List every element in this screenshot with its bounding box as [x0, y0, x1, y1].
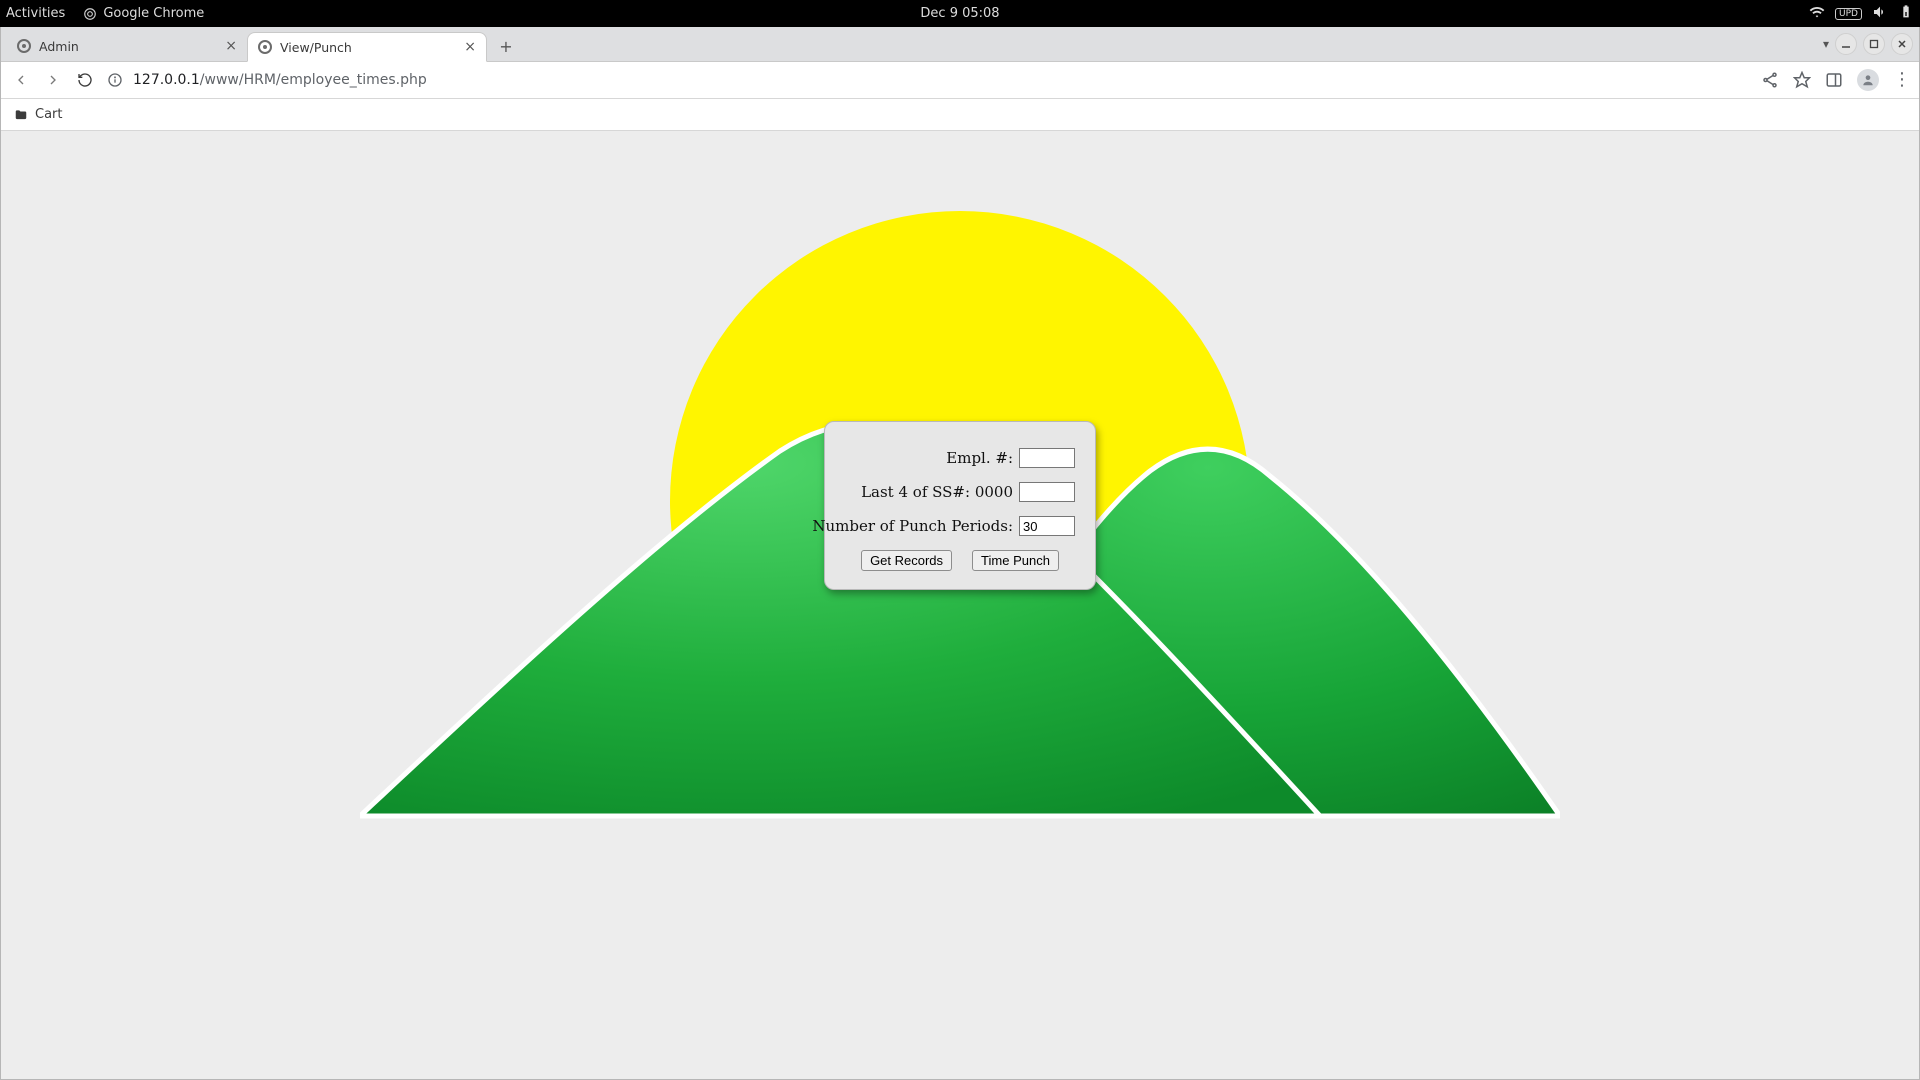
bookmark-star-button[interactable]: [1793, 71, 1811, 89]
tab-close-button[interactable]: ×: [225, 38, 237, 54]
bookmark-label: Cart: [35, 107, 63, 122]
tab-strip: Admin × View/Punch × + ▾: [1, 27, 1919, 62]
empl-number-input[interactable]: [1019, 448, 1075, 468]
tab-admin[interactable]: Admin ×: [7, 31, 247, 61]
globe-icon: [17, 39, 31, 53]
tabs-dropdown-button[interactable]: ▾: [1823, 37, 1829, 51]
chrome-menu-button[interactable]: ⋮: [1893, 71, 1911, 89]
punch-periods-input[interactable]: [1019, 516, 1075, 536]
globe-icon: [258, 40, 272, 54]
window-minimize-button[interactable]: [1835, 33, 1857, 55]
chrome-icon: [83, 7, 97, 21]
power-icon[interactable]: [1898, 4, 1914, 24]
bookmark-folder-cart[interactable]: Cart: [13, 107, 63, 122]
side-panel-button[interactable]: [1825, 71, 1843, 89]
tab-title: Admin: [39, 39, 79, 54]
window-close-button[interactable]: [1891, 33, 1913, 55]
profile-avatar-button[interactable]: [1857, 69, 1879, 91]
folder-icon: [13, 108, 29, 122]
address-bar: 127.0.0.1/www/HRM/employee_times.php ⋮: [1, 62, 1919, 99]
punch-periods-label: Number of Punch Periods:: [812, 517, 1013, 535]
url-host: 127.0.0.1: [133, 72, 200, 88]
input-source-indicator[interactable]: UPD: [1835, 8, 1862, 20]
active-app-indicator[interactable]: Google Chrome: [83, 6, 204, 21]
ssn-last4-input[interactable]: [1019, 482, 1075, 502]
tab-title: View/Punch: [280, 40, 352, 55]
url-text[interactable]: 127.0.0.1/www/HRM/employee_times.php: [133, 72, 427, 88]
ssn-last4-label: Last 4 of SS#: 0000: [861, 483, 1013, 501]
empl-number-label: Empl. #:: [946, 449, 1013, 467]
active-app-name: Google Chrome: [103, 6, 204, 21]
share-button[interactable]: [1761, 71, 1779, 89]
wifi-icon[interactable]: [1809, 4, 1825, 24]
bookmarks-bar: Cart: [1, 99, 1919, 131]
get-records-button[interactable]: Get Records: [861, 550, 952, 571]
page-viewport: Empl. #: Last 4 of SS#: 0000 Number of P…: [1, 131, 1919, 1079]
tab-close-button[interactable]: ×: [464, 39, 476, 55]
back-button[interactable]: [9, 68, 33, 92]
os-top-bar: Activities Google Chrome Dec 9 05:08 UPD: [0, 0, 1920, 27]
time-punch-button[interactable]: Time Punch: [972, 550, 1059, 571]
window-maximize-button[interactable]: [1863, 33, 1885, 55]
clock[interactable]: Dec 9 05:08: [920, 6, 999, 21]
site-info-button[interactable]: [105, 70, 125, 90]
url-path: /www/HRM/employee_times.php: [200, 72, 427, 88]
activities-button[interactable]: Activities: [6, 6, 65, 21]
volume-icon[interactable]: [1872, 4, 1888, 24]
punch-form-panel: Empl. #: Last 4 of SS#: 0000 Number of P…: [824, 421, 1096, 590]
tab-view-punch[interactable]: View/Punch ×: [247, 32, 487, 62]
new-tab-button[interactable]: +: [493, 33, 519, 59]
browser-window: Admin × View/Punch × + ▾: [0, 27, 1920, 1080]
forward-button[interactable]: [41, 68, 65, 92]
reload-button[interactable]: [73, 68, 97, 92]
